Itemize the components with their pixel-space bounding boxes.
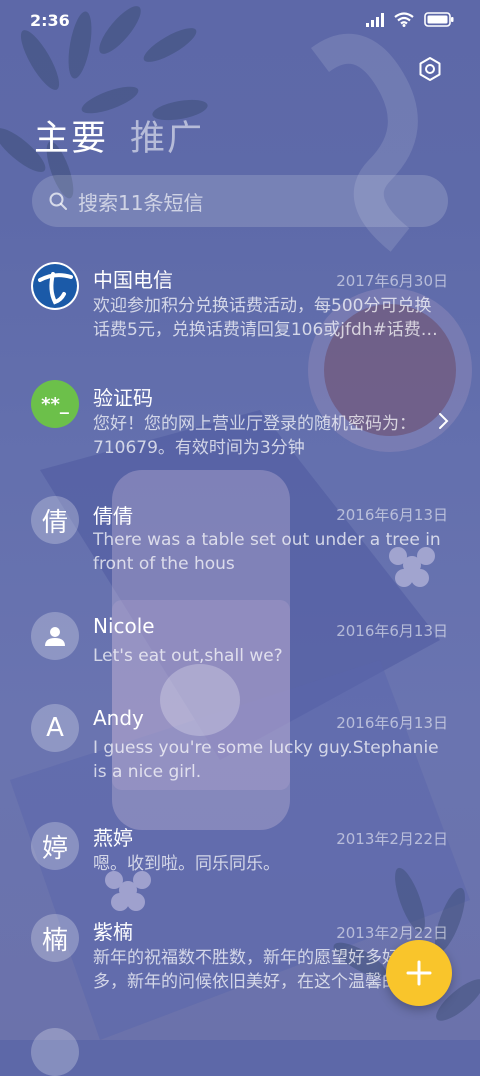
letter-avatar bbox=[31, 1028, 79, 1076]
conversation-preview: 您好！您的网上营业厅登录的随机密码为：710679。有效时间为3分钟 bbox=[93, 414, 416, 458]
letter-avatar: 倩 bbox=[31, 496, 79, 544]
conversation-preview: I guess you're some lucky guy.Stephanie … bbox=[93, 738, 439, 782]
search-input[interactable]: 搜索11条短信 bbox=[78, 187, 203, 216]
conversation-preview: 嗯。收到啦。同乐同乐。 bbox=[93, 854, 280, 874]
conversation-preview: There was a table set out under a tree i… bbox=[93, 530, 441, 574]
conversation-date: 2013年2月22日 bbox=[336, 924, 448, 942]
status-icons bbox=[366, 12, 454, 27]
conversation-name: 燕婷 bbox=[93, 826, 133, 850]
conversation-item[interactable]: 倩 倩倩 2016年6月13日 There was a table set ou… bbox=[0, 486, 480, 586]
conversation-name: 中国电信 bbox=[93, 268, 173, 292]
settings-icon[interactable] bbox=[417, 56, 443, 82]
verification-avatar-text: **_ bbox=[41, 393, 69, 415]
conversation-date: 2016年6月13日 bbox=[336, 622, 448, 640]
letter-avatar: A bbox=[31, 704, 79, 752]
status-time: 2:36 bbox=[30, 11, 70, 30]
search-icon bbox=[49, 192, 67, 210]
avatar-letter: 倩 bbox=[41, 507, 68, 538]
person-avatar bbox=[31, 612, 79, 660]
plus-icon bbox=[406, 960, 432, 986]
conversation-date: 2017年6月30日 bbox=[336, 272, 448, 290]
tab-promotions[interactable]: 推广 bbox=[130, 110, 204, 161]
conversation-date: 2016年6月13日 bbox=[336, 506, 448, 524]
conversation-item[interactable]: Nicole 2016年6月13日 Let's eat out,shall we… bbox=[0, 602, 480, 682]
status-bar: 2:36 bbox=[0, 0, 480, 40]
conversation-preview: 新年的祝福数不胜数，新年的愿望好多好多，新年的问候依旧美好，在这个温馨的时刻 bbox=[93, 948, 399, 992]
person-icon bbox=[45, 627, 65, 646]
conversation-name: 紫楠 bbox=[93, 920, 133, 944]
avatar-letter: A bbox=[46, 713, 64, 743]
conversation-item[interactable]: A Andy 2016年6月13日 I guess you're some lu… bbox=[0, 696, 480, 796]
avatar-letter: 婷 bbox=[41, 833, 68, 864]
tab-primary[interactable]: 主要 bbox=[34, 110, 108, 161]
letter-avatar: 婷 bbox=[31, 822, 79, 870]
battery-icon bbox=[424, 12, 454, 27]
china-telecom-logo-icon bbox=[33, 264, 77, 308]
chevron-right-icon[interactable] bbox=[437, 412, 451, 430]
conversation-name: 倩倩 bbox=[93, 504, 133, 528]
conversation-preview: 欢迎参加积分兑换话费活动，每500分可兑换话费5元，兑换话费请回复106或jfd… bbox=[93, 296, 438, 340]
telecom-logo-avatar bbox=[31, 262, 79, 310]
conversation-item[interactable]: 中国电信 2017年6月30日 欢迎参加积分兑换话费活动，每500分可兑换话费5… bbox=[0, 250, 480, 350]
conversation-name: Andy bbox=[93, 706, 144, 730]
signal-icon bbox=[366, 12, 384, 27]
conversation-item-partial[interactable] bbox=[0, 1022, 480, 1076]
new-message-button[interactable] bbox=[386, 940, 452, 1006]
letter-avatar: 楠 bbox=[31, 914, 79, 962]
tab-bar: 主要 推广 bbox=[34, 110, 204, 161]
verification-avatar: **_ bbox=[31, 380, 79, 428]
wifi-icon bbox=[394, 12, 414, 27]
conversation-item[interactable]: **_ 验证码 您好！您的网上营业厅登录的随机密码为：710679。有效时间为3… bbox=[0, 368, 480, 468]
conversation-name: 验证码 bbox=[93, 386, 153, 410]
avatar-letter: 楠 bbox=[41, 925, 68, 956]
conversation-date: 2013年2月22日 bbox=[336, 830, 448, 848]
conversation-preview: Let's eat out,shall we? bbox=[93, 646, 283, 666]
search-bar[interactable]: 搜索11条短信 bbox=[32, 175, 448, 227]
conversation-item[interactable]: 婷 燕婷 2013年2月22日 嗯。收到啦。同乐同乐。 bbox=[0, 812, 480, 892]
conversation-name: Nicole bbox=[93, 614, 155, 638]
conversation-date: 2016年6月13日 bbox=[336, 714, 448, 732]
